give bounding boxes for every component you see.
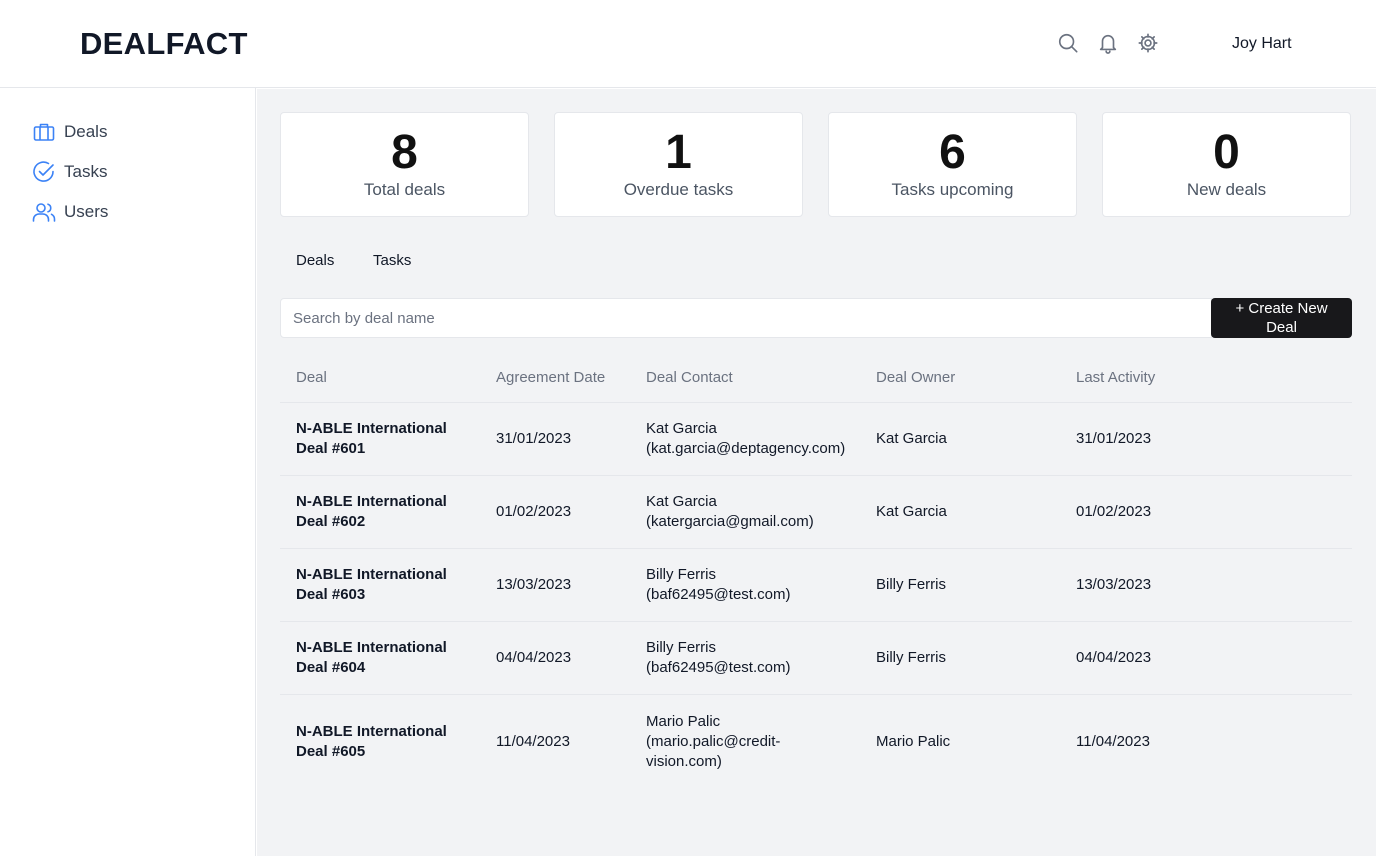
main-content: 8 Total deals 1 Overdue tasks 6 Tasks up… bbox=[257, 89, 1376, 856]
stat-label: Overdue tasks bbox=[623, 180, 734, 199]
contact-email: (kat.garcia@deptagency.com) bbox=[646, 440, 846, 457]
table-header: Deal Agreement Date Deal Contact Deal Ow… bbox=[280, 359, 1352, 403]
stat-card-tasks-upcoming: 6 Tasks upcoming bbox=[828, 112, 1077, 217]
last-activity-cell: 31/01/2023 bbox=[1076, 430, 1152, 447]
table-row[interactable]: N-ABLE International Deal #603 13/03/202… bbox=[280, 549, 1352, 622]
users-icon bbox=[32, 200, 56, 224]
sidebar: Deals Tasks Users bbox=[0, 88, 256, 856]
briefcase-icon bbox=[32, 120, 56, 144]
stat-card-overdue-tasks: 1 Overdue tasks bbox=[554, 112, 803, 217]
agreement-date-cell: 31/01/2023 bbox=[496, 430, 572, 447]
contact-name: Billy Ferris bbox=[646, 566, 716, 583]
stat-value: 0 bbox=[1213, 126, 1240, 179]
search-input[interactable] bbox=[280, 298, 1212, 338]
contact-name: Mario Palic bbox=[646, 712, 721, 730]
deal-contact-cell: Kat Garcia (katergarcia@gmail.com) bbox=[646, 476, 861, 548]
tab-tasks[interactable]: Tasks bbox=[373, 252, 411, 269]
sidebar-item-label: Users bbox=[64, 202, 109, 221]
agreement-date-cell: 13/03/2023 bbox=[496, 576, 572, 593]
deal-name-cell[interactable]: N-ABLE International Deal #603 bbox=[296, 549, 466, 621]
search-icon[interactable] bbox=[1057, 32, 1079, 54]
contact-name: Kat Garcia bbox=[646, 493, 717, 510]
deal-contact-cell: Billy Ferris (baf62495@test.com) bbox=[646, 622, 861, 694]
deal-contact-cell: Kat Garcia (kat.garcia@deptagency.com) bbox=[646, 403, 861, 475]
stat-label: New deals bbox=[1186, 180, 1267, 199]
column-header-deal[interactable]: Deal bbox=[296, 369, 327, 386]
stat-label: Total deals bbox=[363, 180, 446, 199]
deal-contact-cell: Mario Palic (mario.palic@credit-vision.c… bbox=[646, 695, 796, 788]
gear-icon[interactable] bbox=[1137, 32, 1159, 54]
contact-email: (baf62495@test.com) bbox=[646, 659, 791, 676]
last-activity-cell: 13/03/2023 bbox=[1076, 576, 1152, 593]
agreement-date-cell: 11/04/2023 bbox=[496, 732, 570, 750]
stat-label: Tasks upcoming bbox=[891, 180, 1014, 199]
deal-name-cell[interactable]: N-ABLE International Deal #604 bbox=[296, 622, 466, 694]
sidebar-item-label: Deals bbox=[64, 122, 108, 141]
column-header-agreement-date[interactable]: Agreement Date bbox=[496, 369, 605, 386]
deal-name-cell[interactable]: N-ABLE International Deal #602 bbox=[296, 476, 466, 548]
contact-email: (baf62495@test.com) bbox=[646, 586, 791, 603]
deal-owner-cell: Kat Garcia bbox=[876, 430, 947, 447]
agreement-date-cell: 01/02/2023 bbox=[496, 503, 572, 520]
deal-name-cell[interactable]: N-ABLE International Deal #605 bbox=[296, 695, 466, 788]
deal-owner-cell: Billy Ferris bbox=[876, 576, 946, 593]
check-circle-icon bbox=[32, 160, 56, 184]
deal-name-cell[interactable]: N-ABLE International Deal #601 bbox=[296, 403, 466, 475]
sidebar-item-tasks[interactable]: Tasks bbox=[32, 158, 107, 186]
stat-value: 8 bbox=[391, 126, 418, 179]
sidebar-item-users[interactable]: Users bbox=[32, 198, 108, 226]
table-row[interactable]: N-ABLE International Deal #605 11/04/202… bbox=[280, 695, 1352, 788]
contact-name: Billy Ferris bbox=[646, 639, 716, 656]
create-new-deal-button[interactable]: + Create New Deal bbox=[1211, 298, 1352, 338]
last-activity-cell: 11/04/2023 bbox=[1076, 732, 1150, 750]
deal-owner-cell: Kat Garcia bbox=[876, 503, 947, 520]
deal-owner-cell: Mario Palic bbox=[876, 732, 951, 750]
column-header-deal-owner[interactable]: Deal Owner bbox=[876, 369, 955, 386]
stat-value: 1 bbox=[665, 126, 692, 179]
sidebar-item-deals[interactable]: Deals bbox=[32, 118, 107, 146]
last-activity-cell: 01/02/2023 bbox=[1076, 503, 1152, 520]
last-activity-cell: 04/04/2023 bbox=[1076, 649, 1152, 666]
tab-deals[interactable]: Deals bbox=[296, 252, 334, 269]
contact-email: (katergarcia@gmail.com) bbox=[646, 513, 814, 530]
table-row[interactable]: N-ABLE International Deal #604 04/04/202… bbox=[280, 622, 1352, 695]
deal-contact-cell: Billy Ferris (baf62495@test.com) bbox=[646, 549, 861, 621]
deals-table: Deal Agreement Date Deal Contact Deal Ow… bbox=[280, 359, 1352, 788]
stat-value: 6 bbox=[939, 126, 966, 179]
contact-email: (mario.palic@credit-vision.com) bbox=[646, 732, 781, 770]
table-row[interactable]: N-ABLE International Deal #602 01/02/202… bbox=[280, 476, 1352, 549]
app-logo[interactable]: DEALFACT bbox=[80, 26, 248, 62]
user-menu[interactable]: Joy Hart bbox=[1232, 35, 1292, 53]
agreement-date-cell: 04/04/2023 bbox=[496, 649, 572, 666]
table-row[interactable]: N-ABLE International Deal #601 31/01/202… bbox=[280, 403, 1352, 476]
column-header-last-activity[interactable]: Last Activity bbox=[1076, 369, 1155, 386]
stat-card-new-deals: 0 New deals bbox=[1102, 112, 1351, 217]
bell-icon[interactable] bbox=[1097, 32, 1119, 54]
column-header-deal-contact[interactable]: Deal Contact bbox=[646, 369, 733, 386]
stat-card-total-deals: 8 Total deals bbox=[280, 112, 529, 217]
contact-name: Kat Garcia bbox=[646, 420, 717, 437]
top-bar: DEALFACT Joy Hart bbox=[0, 0, 1376, 88]
sidebar-item-label: Tasks bbox=[64, 162, 108, 181]
deal-owner-cell: Billy Ferris bbox=[876, 649, 946, 666]
